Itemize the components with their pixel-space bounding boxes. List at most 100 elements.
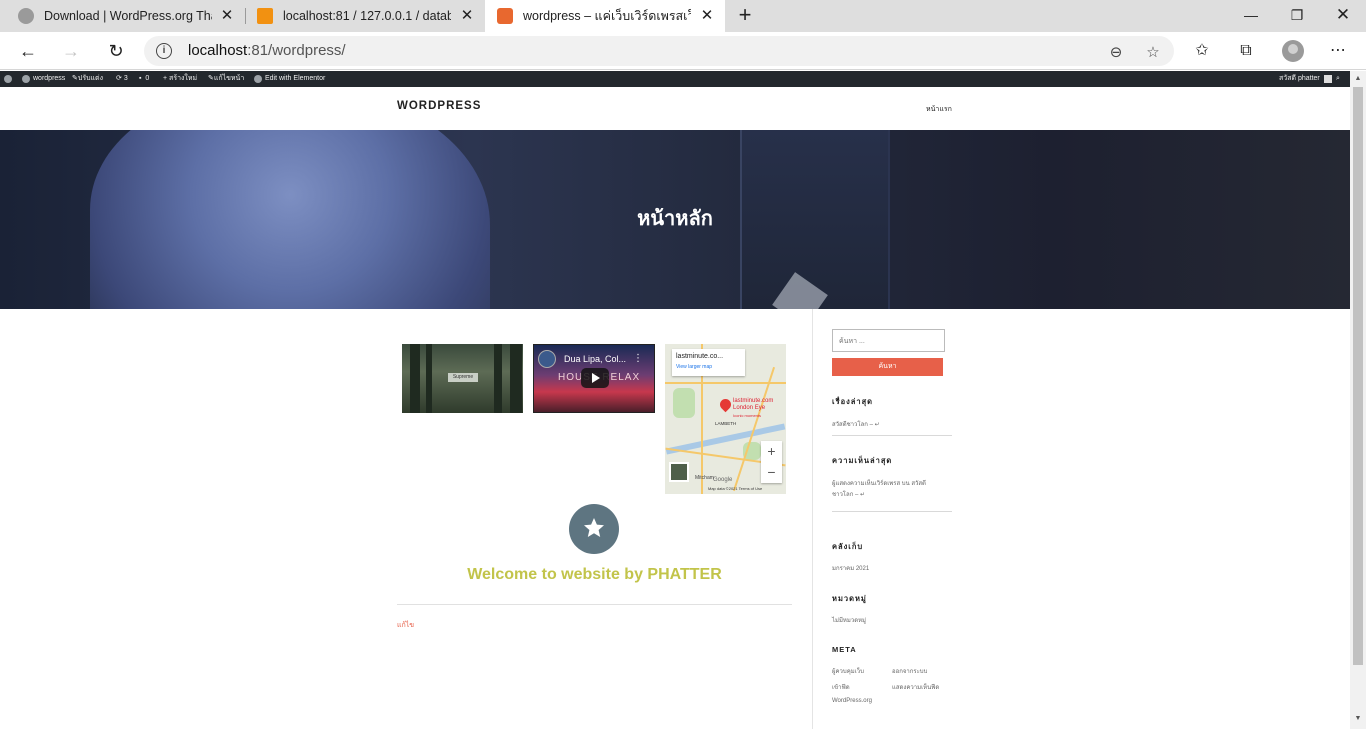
widget-separator — [832, 511, 952, 512]
address-bar[interactable]: i localhost:81/wordpress/ ⊖ ☆ — [144, 36, 1174, 66]
scroll-up-icon[interactable]: ▲ — [1353, 73, 1363, 85]
collections-icon[interactable]: ⧉ — [1234, 40, 1258, 62]
map-zoom-out-button[interactable]: − — [761, 462, 782, 483]
page-title: หน้าหลัก — [637, 206, 713, 230]
browser-tab-strip: Download | WordPress.org Thai ✕ localhos… — [0, 0, 1366, 32]
tree-shape — [410, 344, 420, 413]
favorites-icon[interactable]: ✩ — [1190, 40, 1214, 62]
wp-admin-bar: wordpress ✎ ปรับแต่ง ⟳ 3 ▪ 0 + สร้างใหม่ … — [0, 71, 1350, 87]
meta-admin-link[interactable]: ผู้ควบคุมเว็บ — [832, 666, 864, 676]
more-menu-icon[interactable]: ⋯ — [1326, 40, 1350, 62]
meta-logout-link[interactable]: ออกจากระบบ — [892, 666, 927, 676]
admin-edit-label: แก้ไขหน้า — [213, 75, 245, 82]
video-title[interactable]: Dua Lipa, Col... — [564, 354, 626, 364]
close-tab-icon[interactable]: ✕ — [699, 8, 715, 24]
recent-post-link[interactable]: สวัสดีชาวโลก – ↵ — [832, 419, 880, 429]
tab-wordpress-download[interactable]: Download | WordPress.org Thai ✕ — [0, 0, 245, 32]
back-icon[interactable]: ← — [16, 39, 40, 63]
admin-customize-link[interactable]: ✎ ปรับแต่ง — [72, 71, 103, 87]
profile-avatar[interactable] — [1282, 40, 1304, 62]
recent-comment-line-1[interactable]: ผู้แสดงความเห็นเวิร์ดเพรส บน สวัสดี — [832, 478, 926, 488]
scrollbar-thumb[interactable] — [1353, 87, 1363, 665]
search-button[interactable]: ค้นหา — [832, 358, 943, 376]
hero-banner: หน้าหลัก — [0, 130, 1350, 309]
scroll-down-icon[interactable]: ▼ — [1353, 713, 1363, 725]
meta-wporg-link[interactable]: WordPress.org — [832, 698, 872, 704]
youtube-video-embed[interactable]: Dua Lipa, Col... ⋮ HOUSE RELAX — [533, 344, 655, 413]
map-attribution[interactable]: Map data ©2021 Terms of Use — [708, 486, 762, 491]
comments-count: 0 — [145, 75, 150, 82]
map-satellite-toggle[interactable] — [669, 462, 689, 482]
google-logo: Google — [713, 477, 733, 483]
elementor-icon — [254, 75, 262, 83]
channel-avatar[interactable] — [538, 350, 556, 368]
admin-customize-label: ปรับแต่ง — [77, 75, 103, 82]
map-pin-icon[interactable] — [717, 396, 734, 413]
site-title[interactable]: WORDPRESS — [397, 100, 481, 112]
wp-logo-icon[interactable] — [4, 71, 15, 87]
admin-edit-page-link[interactable]: ✎ แก้ไขหน้า — [208, 71, 244, 87]
home-icon — [22, 75, 30, 83]
page-scrollbar[interactable]: ▲ ▼ — [1350, 71, 1366, 729]
xampp-favicon-icon — [497, 8, 513, 24]
url-text[interactable]: localhost:81/wordpress/ — [188, 42, 346, 59]
map-info-card[interactable]: lastminute.co... View larger map — [672, 349, 745, 376]
admin-greeting: สวัสดี phatter — [1279, 75, 1320, 82]
phpmyadmin-favicon-icon — [257, 8, 273, 24]
play-button[interactable] — [581, 368, 609, 388]
map-place-title: lastminute.co... — [676, 353, 724, 360]
tab-phpmyadmin[interactable]: localhost:81 / 127.0.0.1 / databas ✕ — [246, 0, 485, 32]
nav-home-link[interactable]: หน้าแรก — [926, 104, 952, 115]
browser-toolbar: ← → ↻ i localhost:81/wordpress/ ⊖ ☆ ✩ ⧉ … — [0, 32, 1366, 70]
close-tab-icon[interactable]: ✕ — [459, 8, 475, 24]
category-link[interactable]: ไม่มีหมวดหมู่ — [832, 615, 866, 625]
sidebar-search-field[interactable] — [832, 329, 945, 352]
meta-feed-link[interactable]: เข้าฟีด — [832, 682, 850, 692]
admin-elementor-link[interactable]: Edit with Elementor — [254, 71, 325, 87]
recent-comment-line-2[interactable]: ชาวโลก – ↵ — [832, 489, 865, 499]
search-input[interactable] — [833, 331, 944, 352]
google-map-embed[interactable]: lastminute.co... View larger map lastmin… — [665, 344, 786, 494]
tree-shape — [426, 344, 432, 413]
tab-title: wordpress – แค่เว็บเวิร์ดเพรสเว็บหนึ่ง — [523, 9, 691, 23]
admin-comments-link[interactable]: ▪ 0 — [139, 71, 149, 87]
categories-title: หมวดหมู่ — [832, 594, 867, 603]
refresh-icon[interactable]: ↻ — [104, 39, 128, 63]
site-info-icon[interactable]: i — [156, 43, 172, 59]
pin-sub-text: Iconic moments — [733, 413, 762, 418]
map-zoom-in-button[interactable]: + — [761, 441, 782, 462]
admin-updates-link[interactable]: ⟳ 3 — [116, 71, 128, 87]
admin-site-link[interactable]: wordpress — [22, 71, 65, 87]
tree-shape — [510, 344, 522, 413]
archive-link[interactable]: มกราคม 2021 — [832, 563, 869, 573]
minimize-button[interactable]: — — [1228, 0, 1274, 30]
close-tab-icon[interactable]: ✕ — [219, 8, 235, 24]
close-window-button[interactable]: ✕ — [1320, 0, 1366, 30]
user-avatar-icon — [1323, 75, 1332, 83]
wordpress-favicon-icon — [18, 8, 34, 24]
star-icon — [584, 518, 604, 537]
page-viewport: wordpress ✎ ปรับแต่ง ⟳ 3 ▪ 0 + สร้างใหม่ … — [0, 71, 1350, 729]
admin-new-label: สร้างใหม่ — [169, 75, 198, 82]
map-district-label: LAMBETH — [715, 421, 737, 426]
forward-icon[interactable]: → — [59, 39, 83, 63]
admin-new-link[interactable]: + สร้างใหม่ — [163, 71, 197, 87]
updates-count: 3 — [123, 75, 128, 82]
admin-search-icon[interactable]: ⌕ — [1336, 71, 1340, 87]
new-tab-button[interactable]: + — [733, 4, 757, 28]
forest-sign: Supreme — [448, 373, 478, 382]
video-menu-icon[interactable]: ⋮ — [633, 353, 643, 364]
add-favorite-icon[interactable]: ☆ — [1143, 43, 1163, 63]
forest-image[interactable]: Supreme — [402, 344, 523, 413]
restore-button[interactable]: ❐ — [1274, 0, 1320, 30]
map-area-label: Mitcham — [695, 475, 714, 481]
tab-wordpress-site[interactable]: wordpress – แค่เว็บเวิร์ดเพรสเว็บหนึ่ง ✕ — [485, 0, 725, 32]
admin-account-link[interactable]: สวัสดี phatter — [1279, 71, 1332, 87]
zoom-out-icon[interactable]: ⊖ — [1106, 43, 1126, 63]
sidebar-divider — [812, 309, 813, 729]
content-divider — [397, 604, 792, 605]
meta-comments-feed-link[interactable]: แสดงความเห็นฟีด — [892, 682, 939, 692]
edit-link[interactable]: แก้ไข — [397, 620, 414, 631]
view-larger-map-link[interactable]: View larger map — [676, 364, 712, 370]
archives-title: คลังเก็บ — [832, 542, 864, 551]
